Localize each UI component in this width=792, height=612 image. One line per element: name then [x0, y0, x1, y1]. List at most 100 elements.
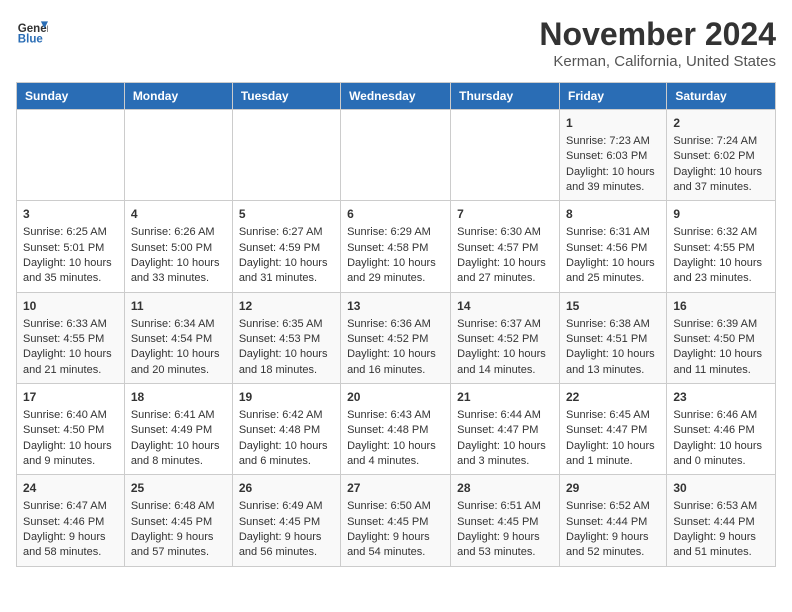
- day-info: Daylight: 10 hours and 0 minutes.: [673, 439, 769, 470]
- day-number: 20: [347, 389, 444, 406]
- day-number: 26: [239, 480, 334, 497]
- day-number: 11: [131, 298, 226, 315]
- day-info: Sunset: 4:47 PM: [457, 423, 553, 438]
- day-info: Sunset: 5:00 PM: [131, 241, 226, 256]
- day-info: Daylight: 10 hours and 31 minutes.: [239, 256, 334, 287]
- calendar-cell: 25 Sunrise: 6:48 AMSunset: 4:45 PMDayligh…: [124, 475, 232, 566]
- day-info: Sunset: 4:45 PM: [457, 515, 553, 530]
- day-number: 21: [457, 389, 553, 406]
- week-row-2: 3Sunrise: 6:25 AMSunset: 5:01 PMDaylight…: [17, 201, 776, 292]
- col-header-thursday: Thursday: [451, 83, 560, 110]
- day-info: Sunrise: 6:49 AM: [239, 499, 334, 514]
- day-number: 24: [23, 480, 118, 497]
- calendar-cell: 3Sunrise: 6:25 AMSunset: 5:01 PMDaylight…: [17, 201, 125, 292]
- day-info: Daylight: 10 hours and 11 minutes.: [673, 347, 769, 378]
- header: General Blue November 2024 Kerman, Calif…: [16, 16, 776, 70]
- subtitle: Kerman, California, United States: [539, 53, 776, 70]
- calendar-cell: 21Sunrise: 6:44 AMSunset: 4:47 PMDayligh…: [451, 384, 560, 475]
- day-number: 25: [131, 480, 226, 497]
- day-info: Daylight: 10 hours and 20 minutes.: [131, 347, 226, 378]
- day-info: Sunrise: 6:33 AM: [23, 317, 118, 332]
- calendar-cell: 5Sunrise: 6:27 AMSunset: 4:59 PMDaylight…: [232, 201, 340, 292]
- col-header-sunday: Sunday: [17, 83, 125, 110]
- day-info: Sunrise: 6:31 AM: [566, 225, 660, 240]
- day-number: 7: [457, 206, 553, 223]
- day-info: Sunrise: 6:37 AM: [457, 317, 553, 332]
- day-info: Sunrise: 6:34 AM: [131, 317, 226, 332]
- day-info: Sunset: 4:44 PM: [673, 515, 769, 530]
- calendar-cell: 24Sunrise: 6:47 AMSunset: 4:46 PMDayligh…: [17, 475, 125, 566]
- day-number: 18: [131, 389, 226, 406]
- day-info: Daylight: 10 hours and 13 minutes.: [566, 347, 660, 378]
- day-info: Sunset: 4:47 PM: [566, 423, 660, 438]
- calendar-cell: 29Sunrise: 6:52 AMSunset: 4:44 PMDayligh…: [560, 475, 667, 566]
- calendar-cell: 20 Sunrise: 6:43 AMSunset: 4:48 PMDayligh…: [341, 384, 451, 475]
- day-info: Sunrise: 6:48 AM: [131, 499, 226, 514]
- day-info: Daylight: 10 hours and 4 minutes.: [347, 439, 444, 470]
- calendar-cell: 22Sunrise: 6:45 AMSunset: 4:47 PMDayligh…: [560, 384, 667, 475]
- day-info: Daylight: 10 hours and 6 minutes.: [239, 439, 334, 470]
- week-row-1: 1Sunrise: 7:23 AMSunset: 6:03 PMDaylight…: [17, 110, 776, 201]
- day-info: Sunrise: 6:38 AM: [566, 317, 660, 332]
- calendar-cell: 14Sunrise: 6:37 AMSunset: 4:52 PMDayligh…: [451, 292, 560, 383]
- day-info: Sunrise: 6:40 AM: [23, 408, 118, 423]
- day-info: Sunset: 6:03 PM: [566, 149, 660, 164]
- calendar-cell: [232, 110, 340, 201]
- day-info: Sunrise: 6:47 AM: [23, 499, 118, 514]
- day-info: Sunrise: 6:46 AM: [673, 408, 769, 423]
- day-info: Sunset: 4:45 PM: [239, 515, 334, 530]
- day-number: 15: [566, 298, 660, 315]
- day-info: Daylight: 10 hours and 37 minutes.: [673, 165, 769, 196]
- day-info: Daylight: 10 hours and 21 minutes.: [23, 347, 118, 378]
- day-info: Sunset: 4:54 PM: [131, 332, 226, 347]
- day-number: 27: [347, 480, 444, 497]
- day-number: 23: [673, 389, 769, 406]
- col-header-monday: Monday: [124, 83, 232, 110]
- calendar-cell: 18 Sunrise: 6:41 AMSunset: 4:49 PMDayligh…: [124, 384, 232, 475]
- day-info: Daylight: 10 hours and 23 minutes.: [673, 256, 769, 287]
- calendar-cell: 1Sunrise: 7:23 AMSunset: 6:03 PMDaylight…: [560, 110, 667, 201]
- day-number: 2: [673, 115, 769, 132]
- day-info: Sunset: 4:51 PM: [566, 332, 660, 347]
- day-info: Sunrise: 6:43 AM: [347, 408, 444, 423]
- day-info: Sunrise: 6:30 AM: [457, 225, 553, 240]
- day-info: Sunset: 4:56 PM: [566, 241, 660, 256]
- day-info: Sunset: 5:01 PM: [23, 241, 118, 256]
- col-header-wednesday: Wednesday: [341, 83, 451, 110]
- day-info: Daylight: 10 hours and 25 minutes.: [566, 256, 660, 287]
- day-info: Sunrise: 6:41 AM: [131, 408, 226, 423]
- calendar-cell: 8Sunrise: 6:31 AMSunset: 4:56 PMDaylight…: [560, 201, 667, 292]
- svg-text:Blue: Blue: [18, 34, 44, 46]
- day-info: Sunset: 4:46 PM: [673, 423, 769, 438]
- calendar-cell: 12Sunrise: 6:35 AMSunset: 4:53 PMDayligh…: [232, 292, 340, 383]
- day-info: Sunset: 4:46 PM: [23, 515, 118, 530]
- day-info: Sunset: 4:53 PM: [239, 332, 334, 347]
- day-info: Daylight: 10 hours and 35 minutes.: [23, 256, 118, 287]
- day-info: Sunrise: 6:39 AM: [673, 317, 769, 332]
- day-number: 28: [457, 480, 553, 497]
- day-info: Sunrise: 7:23 AM: [566, 134, 660, 149]
- col-header-tuesday: Tuesday: [232, 83, 340, 110]
- calendar-cell: [124, 110, 232, 201]
- day-info: Daylight: 9 hours and 52 minutes.: [566, 530, 660, 561]
- day-info: Sunset: 4:58 PM: [347, 241, 444, 256]
- day-info: Sunset: 4:57 PM: [457, 241, 553, 256]
- calendar-table: SundayMondayTuesdayWednesdayThursdayFrid…: [16, 82, 776, 567]
- day-number: 6: [347, 206, 444, 223]
- day-info: Sunset: 4:49 PM: [131, 423, 226, 438]
- day-info: Sunset: 4:50 PM: [23, 423, 118, 438]
- calendar-cell: 17Sunrise: 6:40 AMSunset: 4:50 PMDayligh…: [17, 384, 125, 475]
- day-number: 19: [239, 389, 334, 406]
- calendar-cell: 26Sunrise: 6:49 AMSunset: 4:45 PMDayligh…: [232, 475, 340, 566]
- calendar-cell: [451, 110, 560, 201]
- day-info: Daylight: 9 hours and 57 minutes.: [131, 530, 226, 561]
- calendar-header-row: SundayMondayTuesdayWednesdayThursdayFrid…: [17, 83, 776, 110]
- day-info: Daylight: 10 hours and 16 minutes.: [347, 347, 444, 378]
- day-info: Daylight: 10 hours and 14 minutes.: [457, 347, 553, 378]
- day-info: Sunset: 4:45 PM: [131, 515, 226, 530]
- logo: General Blue: [16, 16, 48, 48]
- day-info: Daylight: 10 hours and 8 minutes.: [131, 439, 226, 470]
- day-info: Sunset: 4:48 PM: [347, 423, 444, 438]
- day-number: 9: [673, 206, 769, 223]
- day-number: 3: [23, 206, 118, 223]
